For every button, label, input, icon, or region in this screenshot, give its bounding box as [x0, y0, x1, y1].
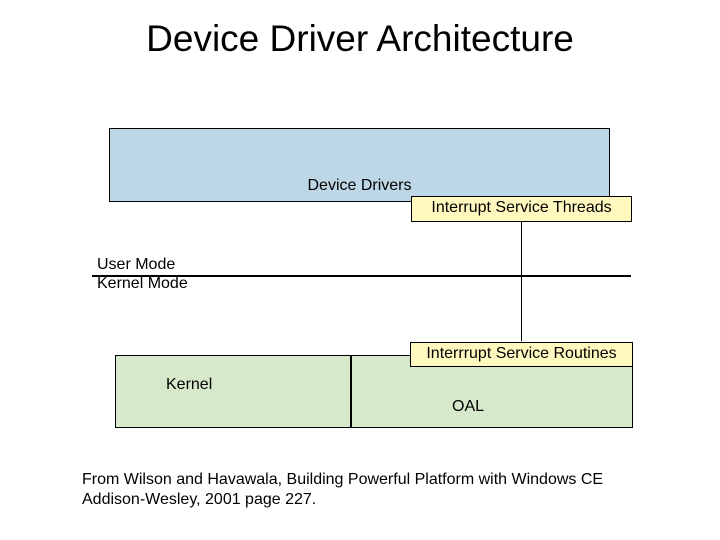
box-interrupt-service-threads: Interrupt Service Threads	[411, 196, 632, 222]
box-kernel: Kernel	[115, 355, 351, 428]
connector-ist-isr	[521, 222, 522, 341]
box-interrupt-service-routines: Interrrupt Service Routines	[410, 342, 633, 367]
label-interrupt-service-threads: Interrupt Service Threads	[431, 199, 611, 216]
page-title: Device Driver Architecture	[0, 18, 720, 60]
diagram-stage: Device Driver Architecture Device Driver…	[0, 0, 720, 540]
label-device-drivers: Device Drivers	[110, 177, 609, 195]
label-oal: OAL	[452, 398, 484, 416]
caption-line1: From Wilson and Havawala, Building Power…	[82, 470, 603, 490]
mode-divider	[92, 275, 631, 277]
label-kernel-mode: Kernel Mode	[97, 275, 188, 293]
label-kernel: Kernel	[166, 376, 212, 394]
caption-line2: Addison-Wesley, 2001 page 227.	[82, 490, 316, 510]
box-device-drivers: Device Drivers	[109, 128, 610, 202]
label-user-mode: User Mode	[97, 256, 175, 274]
label-interrupt-service-routines: Interrrupt Service Routines	[426, 345, 616, 362]
